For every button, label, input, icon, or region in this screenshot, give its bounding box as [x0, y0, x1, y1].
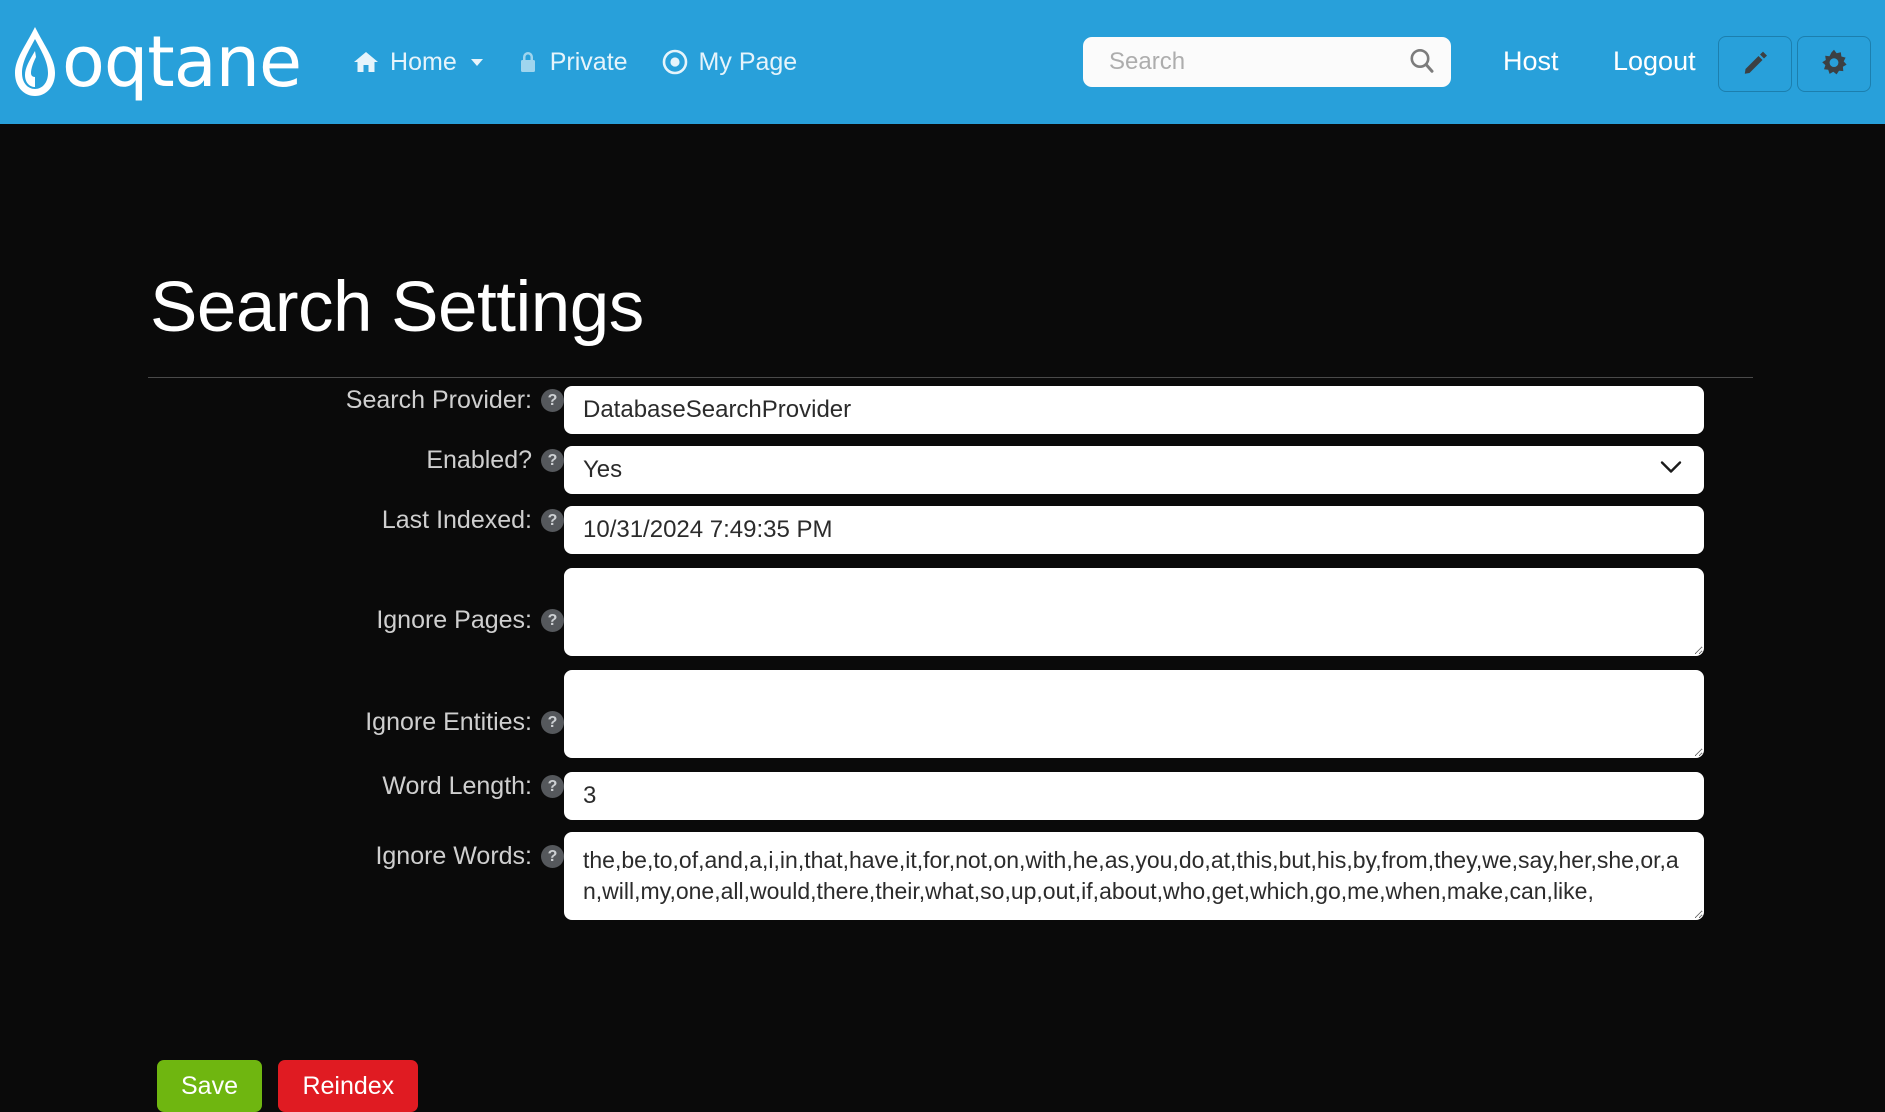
form-row-enabled: Enabled? ? Yes No [0, 446, 1885, 494]
label-search-provider: Search Provider: ? [346, 386, 564, 415]
nav-label-home: Home [390, 47, 457, 76]
label-column: Ignore Entities: ? [0, 670, 564, 758]
search-input[interactable] [1083, 37, 1393, 87]
form-row-search-provider: Search Provider: ? [0, 386, 1885, 434]
control-column [564, 772, 1704, 821]
nav-label-my-page: My Page [698, 47, 798, 76]
label-column: Search Provider: ? [0, 386, 564, 434]
nav-label-private: Private [549, 47, 628, 76]
label-column: Ignore Pages: ? [0, 568, 564, 656]
search-settings-form: Search Provider: ? Enabled? ? Yes [0, 386, 1885, 921]
form-row-word-length: Word Length: ? [0, 772, 1885, 821]
page-title: Search Settings [150, 268, 644, 347]
label-word-length-text: Word Length: [382, 772, 532, 801]
form-row-ignore-words: Ignore Words: ? the,be,to,of,and,a,i,in,… [0, 832, 1885, 921]
question-mark-icon[interactable]: ? [541, 509, 564, 532]
brand-name: oqtane [62, 21, 302, 103]
target-icon [662, 49, 688, 75]
label-ignore-words-text: Ignore Words: [375, 842, 532, 871]
last-indexed-input[interactable] [564, 506, 1704, 554]
control-column: the,be,to,of,and,a,i,in,that,have,it,for… [564, 832, 1704, 921]
enabled-select[interactable]: Yes No [564, 446, 1704, 494]
control-column: Yes No [564, 446, 1704, 494]
form-row-last-indexed: Last Indexed: ? [0, 506, 1885, 554]
search-provider-input[interactable] [564, 386, 1704, 434]
question-mark-icon[interactable]: ? [541, 845, 564, 869]
question-mark-icon[interactable]: ? [541, 449, 564, 472]
label-column: Enabled? ? [0, 446, 564, 494]
site-header: oqtane Home Private My Page Search Host … [0, 0, 1885, 124]
edit-page-button[interactable] [1718, 36, 1792, 92]
lock-icon [517, 49, 539, 75]
label-ignore-entities-text: Ignore Entities: [365, 708, 532, 737]
search-button[interactable] [1393, 37, 1451, 87]
reindex-button[interactable]: Reindex [278, 1060, 419, 1112]
question-mark-icon[interactable]: ? [541, 775, 564, 799]
label-search-provider-text: Search Provider: [345, 386, 532, 414]
header-search [1083, 37, 1451, 87]
save-button[interactable]: Save [157, 1060, 262, 1112]
primary-navigation: Home Private My Page [353, 48, 797, 77]
label-last-indexed: Last Indexed: ? [382, 506, 564, 535]
label-column: Word Length: ? [0, 772, 564, 820]
title-divider [148, 377, 1753, 378]
home-icon [353, 50, 379, 74]
form-actions: Save Reindex [157, 1060, 430, 1112]
main-content: Search Settings Search Provider: ? Enabl… [0, 124, 1885, 1112]
label-enabled-text: Enabled? [426, 446, 532, 474]
label-ignore-pages: Ignore Pages: ? [376, 606, 564, 635]
chevron-down-icon[interactable] [470, 58, 483, 66]
control-column [564, 670, 1704, 759]
form-row-ignore-entities: Ignore Entities: ? [0, 670, 1885, 759]
settings-button[interactable] [1797, 36, 1871, 92]
search-icon [1407, 46, 1437, 79]
word-length-input[interactable] [564, 772, 1704, 821]
control-column [564, 386, 1704, 434]
ignore-words-textarea[interactable]: the,be,to,of,and,a,i,in,that,have,it,for… [564, 832, 1704, 921]
label-last-indexed-text: Last Indexed: [381, 506, 532, 534]
pencil-icon [1742, 50, 1768, 79]
gear-icon [1820, 49, 1848, 80]
label-ignore-entities: Ignore Entities: ? [365, 708, 564, 737]
form-row-ignore-pages: Ignore Pages: ? [0, 568, 1885, 657]
brand-logo[interactable]: oqtane [12, 0, 302, 124]
label-enabled: Enabled? ? [426, 446, 564, 475]
ignore-entities-textarea[interactable] [564, 670, 1704, 759]
label-ignore-words: Ignore Words: ? [375, 842, 564, 871]
question-mark-icon[interactable]: ? [541, 711, 564, 735]
control-column [564, 506, 1704, 554]
logout-link[interactable]: Logout [1613, 46, 1696, 77]
host-link[interactable]: Host [1503, 46, 1559, 77]
label-word-length: Word Length: ? [382, 772, 564, 801]
label-column: Last Indexed: ? [0, 506, 564, 554]
question-mark-icon[interactable]: ? [541, 389, 564, 412]
nav-item-private[interactable]: Private [517, 48, 628, 77]
enabled-select-wrapper: Yes No [564, 446, 1704, 494]
question-mark-icon[interactable]: ? [541, 609, 564, 632]
nav-item-my-page[interactable]: My Page [662, 47, 798, 77]
label-column: Ignore Words: ? [0, 832, 564, 920]
water-drop-logo-icon [12, 25, 58, 99]
control-column [564, 568, 1704, 657]
nav-item-home[interactable]: Home [353, 48, 483, 77]
label-ignore-pages-text: Ignore Pages: [376, 606, 532, 634]
ignore-pages-textarea[interactable] [564, 568, 1704, 657]
